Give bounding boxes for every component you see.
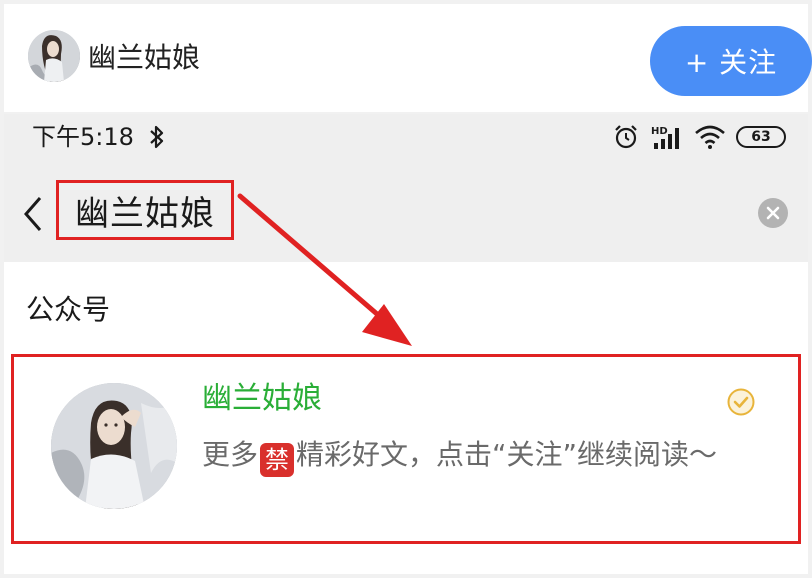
avatar-portrait-image <box>28 30 80 82</box>
clear-circle-icon[interactable] <box>758 198 788 228</box>
svg-text:HD: HD <box>651 126 668 137</box>
chevron-left-icon[interactable] <box>18 192 46 236</box>
search-query-text: 幽兰姑娘 <box>75 193 215 234</box>
ban-emoji-badge: 禁 <box>260 443 295 477</box>
follow-button[interactable]: + 关注 <box>650 26 812 96</box>
screenshot-page: 幽兰姑娘 + 关注 下午5:18 HD 63 幽兰姑娘 公众号 幽兰姑娘 更多 … <box>0 0 812 578</box>
official-account-result[interactable]: 幽兰姑娘 更多禁精彩好文，点击“关注”继续阅读～ <box>11 354 801 544</box>
phone-screenshot: 下午5:18 HD 63 幽兰姑娘 公众号 幽兰姑娘 更多 禁 精彩好文，点击“… <box>4 114 808 574</box>
battery-indicator: 63 <box>736 126 786 148</box>
author-name[interactable]: 幽兰姑娘 <box>88 38 200 78</box>
status-time: 下午5:18 <box>32 123 134 151</box>
result-avatar <box>51 383 177 509</box>
status-icons: HD 63 <box>612 122 786 152</box>
author-avatar[interactable] <box>28 30 80 82</box>
alarm-icon <box>615 125 637 149</box>
search-query-highlight[interactable]: 幽兰姑娘 <box>56 180 234 240</box>
bluetooth-icon <box>150 125 164 149</box>
result-description: 更多禁精彩好文，点击“关注”继续阅读～ <box>202 433 772 477</box>
desc-prefix: 更多 <box>202 438 259 471</box>
wifi-icon <box>695 125 725 149</box>
avatar-portrait-image <box>51 383 177 509</box>
result-name: 幽兰姑娘 <box>202 381 322 416</box>
verified-badge-icon <box>727 388 755 416</box>
clear-x-glyph <box>766 206 780 220</box>
hd-signal-icon: HD <box>651 126 679 149</box>
section-title: 公众号 <box>26 293 111 326</box>
desc-suffix: 精彩好文，点击“关注”继续阅读～ <box>296 438 718 471</box>
author-bar: 幽兰姑娘 + 关注 <box>4 4 812 112</box>
search-results: 公众号 幽兰姑娘 更多 禁 精彩好文，点击“关注”继续阅读～ <box>4 262 808 574</box>
